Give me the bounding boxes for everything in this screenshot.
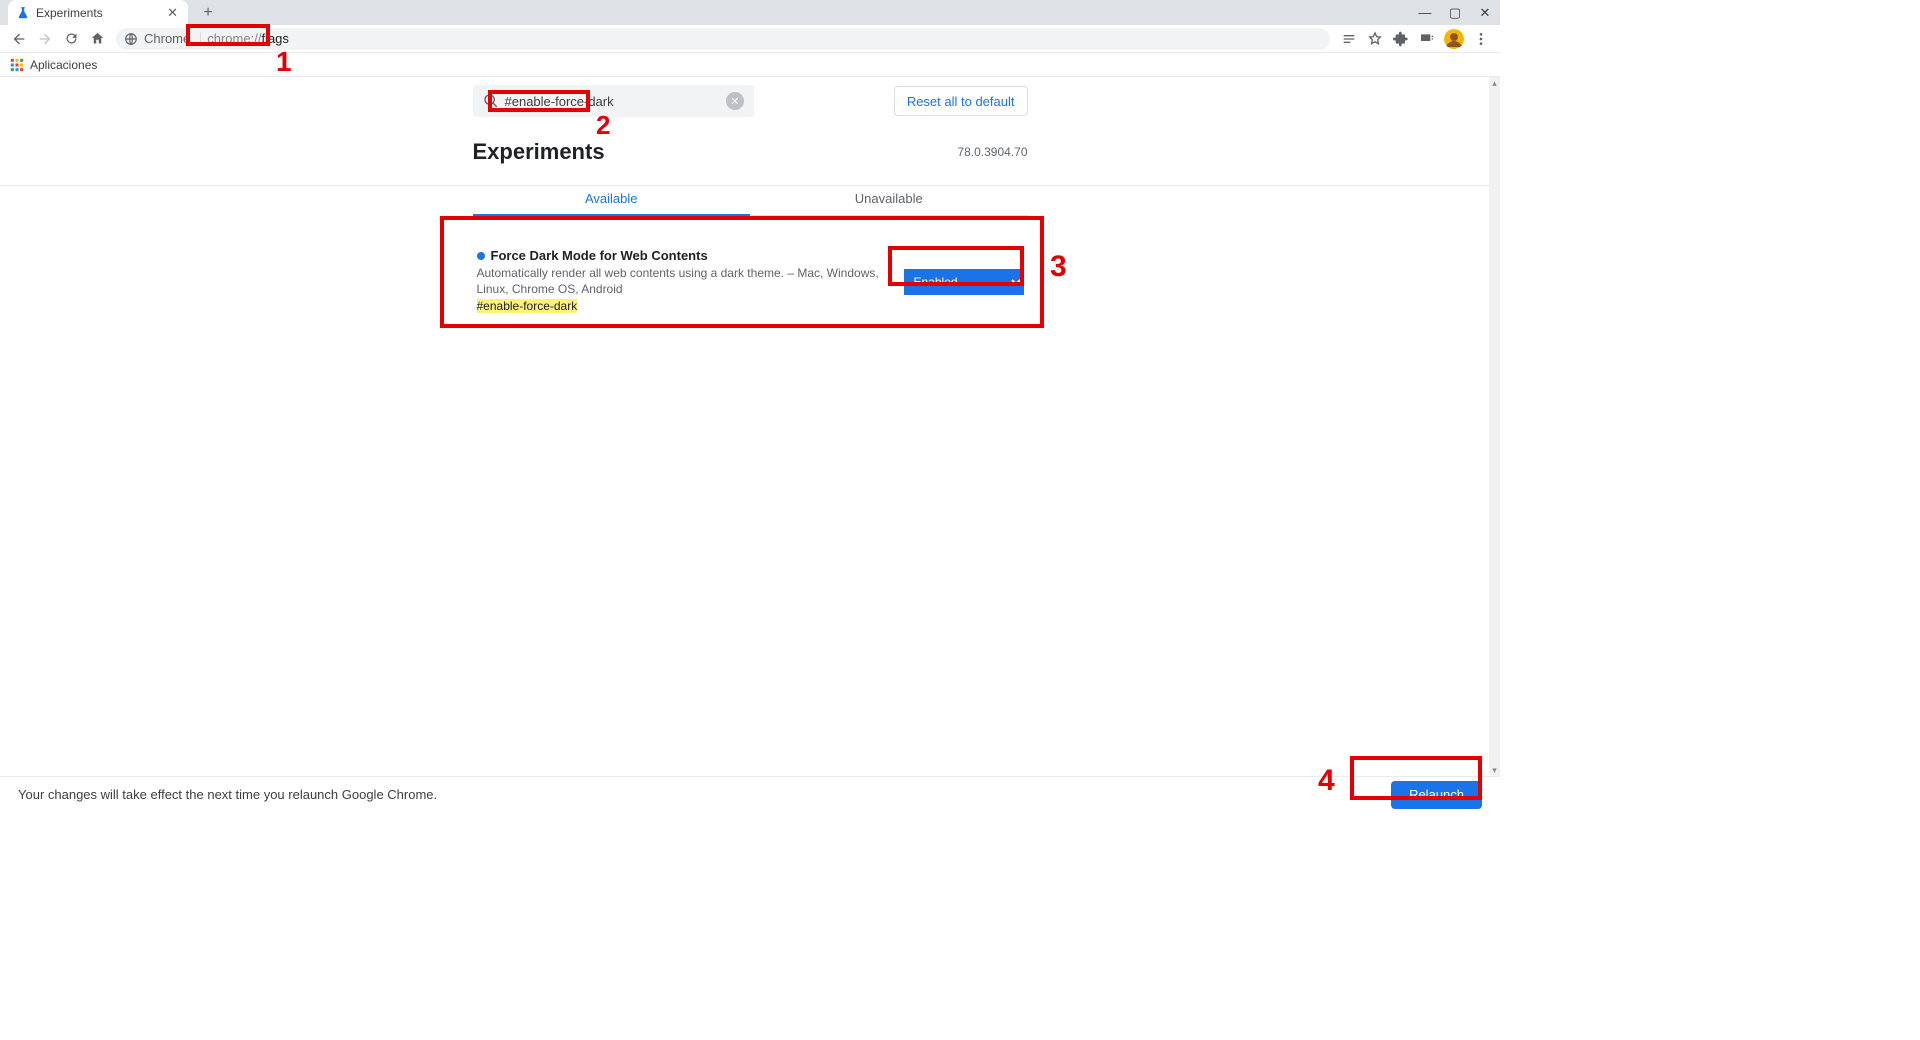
globe-icon bbox=[124, 32, 138, 46]
relaunch-bar: Your changes will take effect the next t… bbox=[0, 776, 1500, 812]
bookmark-star-icon[interactable] bbox=[1362, 26, 1388, 52]
bookmarks-bar: Aplicaciones bbox=[0, 53, 1500, 77]
omnibox[interactable]: Chrome chrome://flags bbox=[116, 28, 1330, 50]
flags-search-query: #enable-force-dark bbox=[505, 94, 614, 109]
search-icon bbox=[483, 93, 499, 109]
back-button[interactable] bbox=[6, 26, 32, 52]
divider bbox=[0, 185, 1489, 186]
flag-title: Force Dark Mode for Web Contents bbox=[477, 248, 890, 263]
maximize-button[interactable]: ▢ bbox=[1440, 0, 1470, 25]
forward-button[interactable] bbox=[32, 26, 58, 52]
toolbar: Chrome chrome://flags bbox=[0, 25, 1500, 53]
flags-search-box[interactable]: #enable-force-dark ✕ bbox=[473, 85, 754, 117]
extensions-icon[interactable] bbox=[1388, 26, 1414, 52]
chrome-version: 78.0.3904.70 bbox=[957, 145, 1027, 159]
close-icon[interactable]: ✕ bbox=[167, 5, 178, 21]
flag-state-dropdown[interactable]: Enabled bbox=[904, 269, 1024, 295]
apps-icon bbox=[10, 58, 24, 72]
kebab-menu-icon[interactable] bbox=[1468, 26, 1494, 52]
bookmarks-apps-label[interactable]: Aplicaciones bbox=[30, 58, 97, 72]
tab-title: Experiments bbox=[36, 6, 103, 20]
flags-tabs: Available Unavailable bbox=[473, 183, 1028, 216]
clear-icon[interactable]: ✕ bbox=[726, 92, 744, 110]
relaunch-button[interactable]: Relaunch bbox=[1391, 781, 1482, 809]
page-content: #enable-force-dark ✕ Reset all to defaul… bbox=[0, 77, 1500, 776]
scroll-up-icon[interactable]: ▴ bbox=[1489, 77, 1500, 89]
reset-all-button[interactable]: Reset all to default bbox=[894, 86, 1028, 116]
flag-description: Automatically render all web contents us… bbox=[477, 265, 890, 297]
reading-list-icon[interactable] bbox=[1336, 26, 1362, 52]
new-tab-button[interactable]: + bbox=[194, 0, 222, 25]
flag-row: Force Dark Mode for Web Contents Automat… bbox=[473, 248, 1028, 315]
scrollbar[interactable]: ▴ ▾ bbox=[1489, 77, 1500, 776]
tab-strip: Experiments ✕ + — ▢ ✕ bbox=[0, 0, 1500, 25]
close-window-button[interactable]: ✕ bbox=[1470, 0, 1500, 25]
reload-button[interactable] bbox=[58, 26, 84, 52]
media-icon[interactable] bbox=[1414, 26, 1440, 52]
home-button[interactable] bbox=[84, 26, 110, 52]
page-title: Experiments bbox=[473, 139, 1028, 165]
minimize-button[interactable]: — bbox=[1410, 0, 1440, 25]
profile-avatar[interactable] bbox=[1444, 29, 1464, 49]
url-path: flags bbox=[261, 31, 288, 46]
tab-unavailable[interactable]: Unavailable bbox=[750, 183, 1028, 215]
relaunch-message: Your changes will take effect the next t… bbox=[18, 787, 437, 802]
scroll-down-icon[interactable]: ▾ bbox=[1489, 764, 1500, 776]
omnibox-chip: Chrome bbox=[144, 31, 190, 46]
url-scheme: chrome:// bbox=[207, 31, 261, 46]
window-controls: — ▢ ✕ bbox=[1410, 0, 1500, 25]
browser-tab[interactable]: Experiments ✕ bbox=[8, 0, 188, 25]
divider bbox=[200, 32, 201, 46]
tab-available[interactable]: Available bbox=[473, 183, 751, 216]
flag-hash[interactable]: #enable-force-dark bbox=[477, 299, 578, 313]
flask-icon bbox=[16, 6, 30, 20]
